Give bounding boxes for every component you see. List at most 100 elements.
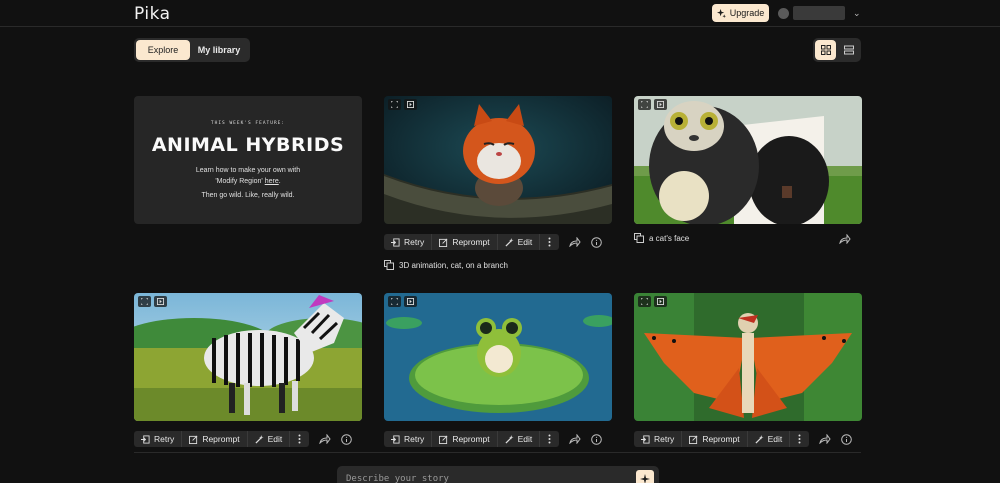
expand-icon[interactable] [388,296,401,307]
edit-button[interactable]: Edit [248,431,291,447]
info-button[interactable] [841,433,853,445]
expand-icon[interactable] [388,99,401,110]
info-button[interactable] [341,433,353,445]
info-icon [591,433,603,445]
pencil-square-icon [439,238,448,247]
video-thumbnail-cat-branch[interactable] [384,96,612,224]
upgrade-label: Upgrade [729,8,765,18]
video-thumbnail-cow-cat[interactable] [634,96,862,224]
top-bar: Pika Upgrade ⌄ [0,0,1000,27]
share-button[interactable] [319,434,331,444]
feature-title: ANIMAL HYBRIDS [151,134,345,156]
video-thumbnail-butterfly[interactable] [634,293,862,421]
edit-button[interactable]: Edit [498,234,541,250]
share-button[interactable] [839,234,851,244]
grid-icon [820,45,831,55]
avatar [778,7,789,19]
video-thumbnail-zebra[interactable] [134,293,362,421]
feature-line-1: Learn how to make your own with [195,167,301,174]
play-icon[interactable] [154,296,167,307]
feature-line-2: 'Modify Region' here. [215,178,281,185]
sparkle-icon [640,474,650,483]
share-icon [839,234,851,244]
expand-icon[interactable] [638,296,651,307]
edit-button[interactable]: Edit [748,431,791,447]
prompt-caption[interactable]: 3D animation, cat, on a branch [384,260,508,270]
reprompt-button[interactable]: Reprompt [432,234,498,250]
share-button[interactable] [819,434,831,444]
more-options-button[interactable] [290,431,309,447]
edit-button[interactable]: Edit [498,431,541,447]
copy-icon [384,260,394,270]
info-button[interactable] [591,433,603,445]
retry-button[interactable]: Retry [384,234,433,250]
video-thumbnail-frog[interactable] [384,293,612,421]
page-tabs: Explore My library [134,38,250,62]
share-button[interactable] [569,237,581,247]
retry-button[interactable]: Retry [634,431,683,447]
upgrade-button[interactable]: Upgrade [712,4,769,22]
tab-my-library[interactable]: My library [190,40,248,60]
vertical-dots-icon [548,237,551,247]
feature-card[interactable]: THIS WEEK'S FEATURE: ANIMAL HYBRIDS Lear… [134,96,362,224]
pencil-square-icon [189,435,198,444]
story-prompt-input[interactable] [337,466,627,483]
pencil-square-icon [689,435,698,444]
magic-wand-icon [255,434,264,444]
play-icon[interactable] [654,296,667,307]
video-actions: Retry Reprompt Edit [384,431,603,447]
list-icon [843,45,854,55]
prompt-bar [337,466,659,483]
divider [134,452,861,453]
retry-icon [391,434,400,444]
retry-button[interactable]: Retry [134,431,183,447]
retry-icon [641,434,650,444]
magic-wand-icon [755,434,764,444]
expand-icon[interactable] [638,99,651,110]
share-icon [569,434,581,444]
redacted-username [793,6,845,20]
vertical-dots-icon [798,434,801,444]
account-menu[interactable]: ⌄ [778,6,861,20]
more-options-button[interactable] [540,431,559,447]
play-icon[interactable] [404,296,417,307]
info-button[interactable] [591,236,603,248]
generate-button[interactable] [636,470,654,483]
reprompt-button[interactable]: Reprompt [182,431,248,447]
share-button[interactable] [569,434,581,444]
video-actions: Retry Reprompt Edit [634,431,853,447]
info-icon [591,236,603,248]
vertical-dots-icon [298,434,301,444]
retry-icon [141,434,150,444]
tab-explore[interactable]: Explore [136,40,190,60]
list-view-button[interactable] [838,40,859,60]
prompt-caption[interactable]: a cat's face [634,233,689,243]
feature-here-link[interactable]: here [265,178,279,185]
share-icon [819,434,831,444]
play-icon[interactable] [654,99,667,110]
reprompt-button[interactable]: Reprompt [682,431,748,447]
sparkle-icon [716,8,726,18]
info-icon [841,433,853,445]
expand-icon[interactable] [138,296,151,307]
copy-icon [634,233,644,243]
retry-icon [391,237,400,247]
pika-logo[interactable]: Pika [134,4,171,24]
retry-button[interactable]: Retry [384,431,433,447]
magic-wand-icon [505,434,514,444]
share-icon [569,237,581,247]
more-options-button[interactable] [540,234,559,250]
pencil-square-icon [439,435,448,444]
reprompt-button[interactable]: Reprompt [432,431,498,447]
video-actions: Retry Reprompt Edit [384,234,603,250]
feature-line-3: Then go wild. Like, really wild. [201,192,295,199]
feature-description: Learn how to make your own with 'Modify … [134,165,362,187]
play-icon[interactable] [404,99,417,110]
more-options-button[interactable] [790,431,809,447]
vertical-dots-icon [548,434,551,444]
share-icon [319,434,331,444]
magic-wand-icon [505,237,514,247]
feature-kicker: THIS WEEK'S FEATURE: [210,121,286,126]
chevron-down-icon: ⌄ [853,7,861,18]
grid-view-button[interactable] [815,40,836,60]
